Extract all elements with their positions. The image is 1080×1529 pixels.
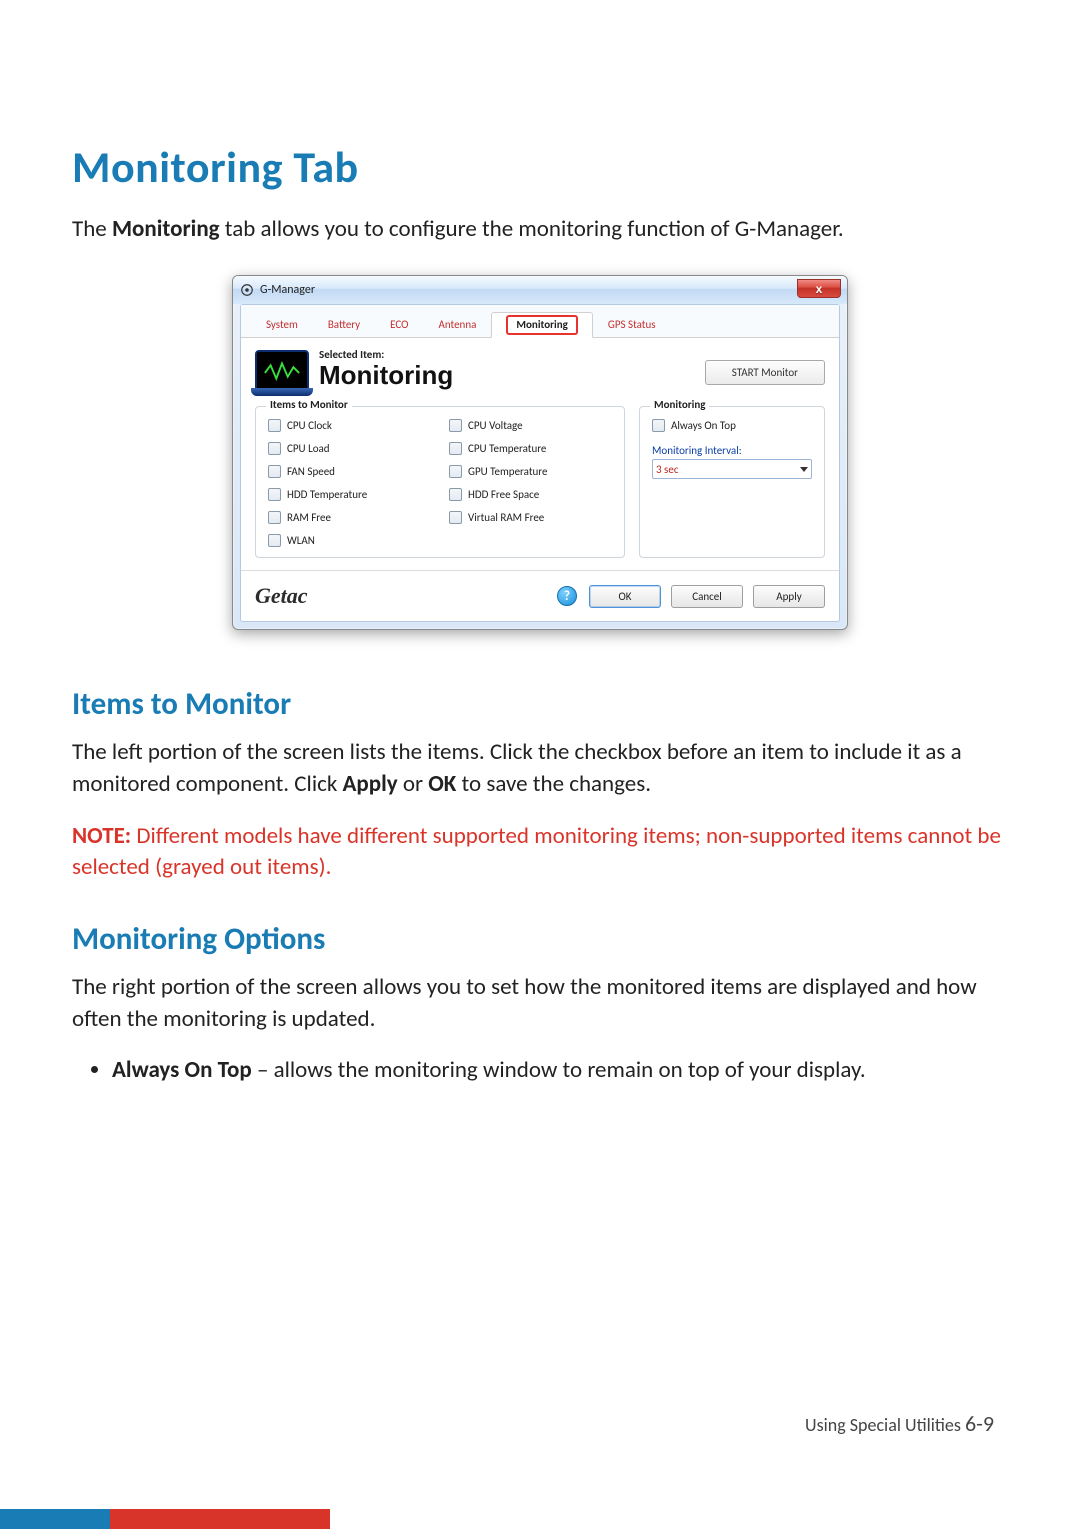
checkbox-virtual-ram-free[interactable]: Virtual RAM Free <box>449 511 612 524</box>
body-bold-apply: Apply <box>342 770 397 798</box>
footer-page-number: 6-9 <box>965 1410 994 1437</box>
checkbox-icon <box>449 419 462 432</box>
footer-bands <box>0 1509 1080 1529</box>
close-button[interactable]: x <box>797 279 841 298</box>
help-icon[interactable]: ? <box>557 586 577 606</box>
checkbox-hdd-temperature[interactable]: HDD Temperature <box>268 488 431 501</box>
bullet-bold: Always On Top <box>112 1056 252 1084</box>
tab-pane: Selected Item: Monitoring START Monitor … <box>241 338 839 570</box>
bullet-always-on-top: Always On Top – allows the monitoring wi… <box>112 1055 1008 1087</box>
pane-header: Selected Item: Monitoring START Monitor <box>255 348 825 392</box>
checkbox-icon <box>268 442 281 455</box>
interval-select[interactable]: 3 sec <box>652 459 812 479</box>
tab-monitoring[interactable]: Monitoring <box>491 312 592 338</box>
monitoring-group-legend: Monitoring <box>650 398 709 411</box>
footer-band-red <box>110 1509 330 1529</box>
tab-bar: System Battery ECO Antenna Monitoring GP… <box>241 305 839 338</box>
chevron-down-icon <box>800 467 808 472</box>
section-items-heading: Items to Monitor <box>72 685 1008 723</box>
checkbox-cpu-clock[interactable]: CPU Clock <box>268 419 431 432</box>
brand-logo: Getac <box>255 583 547 609</box>
page-footer: Using Special Utilities 6-9 <box>805 1410 994 1437</box>
ok-button[interactable]: OK <box>589 585 661 608</box>
checkbox-cpu-load[interactable]: CPU Load <box>268 442 431 455</box>
checkbox-label: CPU Voltage <box>468 419 523 432</box>
monitoring-options-group: Monitoring Always On Top Monitoring Inte… <box>639 406 825 558</box>
start-monitor-button[interactable]: START Monitor <box>705 360 825 385</box>
checkbox-label: Always On Top <box>671 419 736 432</box>
tab-battery[interactable]: Battery <box>313 312 375 338</box>
checkbox-icon <box>652 419 665 432</box>
footer-label: Using Special Utilities <box>805 1414 965 1436</box>
checkbox-wlan[interactable]: WLAN <box>268 534 612 547</box>
intro-text-post: tab allows you to configure the monitori… <box>220 215 844 243</box>
group-row: Items to Monitor CPU Clock CPU Voltage C… <box>255 406 825 558</box>
checkbox-icon <box>268 419 281 432</box>
checkbox-icon <box>268 534 281 547</box>
tab-eco[interactable]: ECO <box>375 312 423 338</box>
checkbox-cpu-voltage[interactable]: CPU Voltage <box>449 419 612 432</box>
selected-item-title: Monitoring <box>319 362 705 388</box>
intro-paragraph: The Monitoring tab allows you to configu… <box>72 214 1008 245</box>
checkbox-label: CPU Temperature <box>468 442 546 455</box>
checkbox-label: RAM Free <box>287 511 331 524</box>
bullet-text: – allows the monitoring window to remain… <box>252 1056 866 1084</box>
checkbox-ram-free[interactable]: RAM Free <box>268 511 431 524</box>
checkbox-always-on-top[interactable]: Always On Top <box>652 419 812 432</box>
checkbox-label: CPU Load <box>287 442 330 455</box>
checkbox-icon <box>449 465 462 478</box>
checkbox-label: WLAN <box>287 534 315 547</box>
checkbox-icon <box>449 511 462 524</box>
checkbox-hdd-free-space[interactable]: HDD Free Space <box>449 488 612 501</box>
checkbox-label: HDD Temperature <box>287 488 367 501</box>
app-icon <box>239 283 254 298</box>
cancel-button[interactable]: Cancel <box>671 585 743 608</box>
checkbox-icon <box>268 511 281 524</box>
window-content: System Battery ECO Antenna Monitoring GP… <box>240 304 840 622</box>
checkbox-fan-speed[interactable]: FAN Speed <box>268 465 431 478</box>
checkbox-icon <box>449 488 462 501</box>
checkbox-label: GPU Temperature <box>468 465 547 478</box>
checkbox-label: FAN Speed <box>287 465 335 478</box>
note-bold: NOTE: <box>72 822 131 850</box>
note-text: Different models have different supporte… <box>72 822 1001 882</box>
options-bullets: Always On Top – allows the monitoring wi… <box>72 1055 1008 1087</box>
intro-text-pre: The <box>72 215 112 243</box>
footer-band-blank <box>330 1509 1080 1529</box>
body-bold-ok: OK <box>428 770 456 798</box>
footer-band-blue <box>0 1509 110 1529</box>
tab-system[interactable]: System <box>251 312 313 338</box>
tab-gps[interactable]: GPS Status <box>593 312 671 338</box>
app-window: G-Manager x System Battery ECO Antenna M… <box>232 275 848 630</box>
close-icon: x <box>816 282 823 296</box>
note-paragraph: NOTE: Different models have different su… <box>72 821 1008 884</box>
section-options-body: The right portion of the screen allows y… <box>72 972 1008 1035</box>
interval-label: Monitoring Interval: <box>652 444 812 457</box>
body-text-mid: or <box>398 770 429 798</box>
checkbox-label: HDD Free Space <box>468 488 539 501</box>
checkbox-cpu-temperature[interactable]: CPU Temperature <box>449 442 612 455</box>
checkbox-gpu-temperature[interactable]: GPU Temperature <box>449 465 612 478</box>
body-text-post: to save the changes. <box>456 770 651 798</box>
intro-text-bold: Monitoring <box>112 215 220 243</box>
checkbox-icon <box>268 488 281 501</box>
tab-monitoring-highlight: Monitoring <box>506 315 577 335</box>
items-to-monitor-group: Items to Monitor CPU Clock CPU Voltage C… <box>255 406 625 558</box>
checkbox-icon <box>268 465 281 478</box>
dialog-footer: Getac ? OK Cancel Apply <box>241 570 839 621</box>
page-title: Monitoring Tab <box>72 140 1008 194</box>
apply-button[interactable]: Apply <box>753 585 825 608</box>
titlebar[interactable]: G-Manager x <box>233 276 847 304</box>
section-options-heading: Monitoring Options <box>72 920 1008 958</box>
checkbox-icon <box>449 442 462 455</box>
window-title: G-Manager <box>260 283 315 297</box>
checkbox-label: Virtual RAM Free <box>468 511 544 524</box>
laptop-icon <box>255 350 309 392</box>
items-group-legend: Items to Monitor <box>266 398 352 411</box>
selected-item-block: Selected Item: Monitoring <box>319 348 705 388</box>
checkbox-label: CPU Clock <box>287 419 332 432</box>
section-items-body: The left portion of the screen lists the… <box>72 737 1008 800</box>
tab-antenna[interactable]: Antenna <box>423 312 491 338</box>
interval-value: 3 sec <box>656 463 679 476</box>
